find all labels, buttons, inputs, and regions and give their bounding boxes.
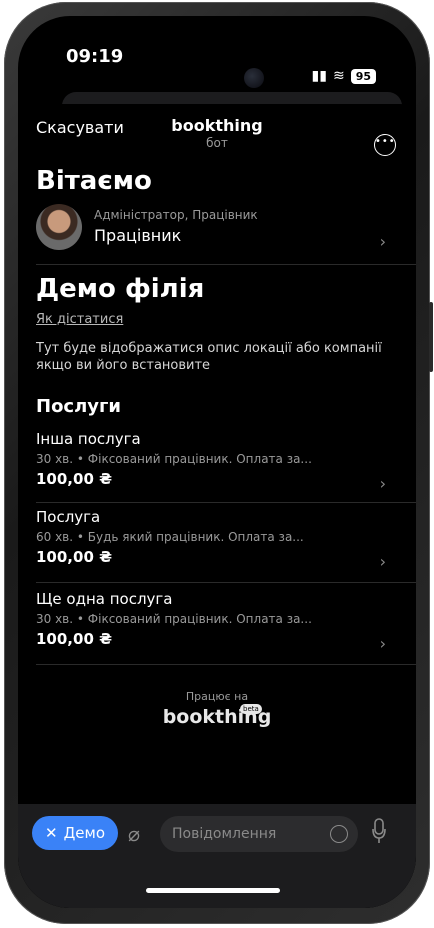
divider <box>36 264 416 265</box>
signal-icon: ▮▮ <box>311 68 327 84</box>
camera-icon <box>244 68 264 88</box>
app-header: Скасувати bookthing бот ••• <box>18 104 416 160</box>
service-price: 100,00 ₴ <box>36 630 112 648</box>
user-name: Працівник <box>94 226 182 245</box>
close-icon: ✕ <box>44 824 58 842</box>
wifi-icon: ≋ <box>332 68 345 84</box>
attachment-icon[interactable]: ⌀ <box>128 822 140 846</box>
service-item[interactable]: Послуга 60 хв. • Будь який працівник. Оп… <box>36 508 398 584</box>
demo-menu-button[interactable]: ✕ Демо <box>32 816 118 850</box>
powered-by-label: Працює на <box>185 690 249 703</box>
service-item[interactable]: Ще одна послуга 30 хв. • Фіксований прац… <box>36 590 398 666</box>
service-name: Послуга <box>36 508 101 526</box>
user-roles: Адміністратор, Працівник <box>94 208 258 222</box>
service-meta: 60 хв. • Будь який працівник. Оплата за.… <box>36 530 304 544</box>
avatar <box>36 204 82 250</box>
mini-app: Скасувати bookthing бот ••• Вітаємо Адмі… <box>18 104 416 908</box>
chevron-right-icon: › <box>379 474 386 493</box>
brand-logo: bookthing <box>162 706 272 728</box>
service-name: Інша послуга <box>36 430 141 448</box>
beta-badge: beta <box>240 704 262 714</box>
chevron-right-icon: › <box>379 552 386 571</box>
service-item[interactable]: Інша послуга 30 хв. • Фіксований працівн… <box>36 430 398 506</box>
status-time: 09:19 <box>66 46 124 67</box>
bot-name: bookthing <box>171 116 263 135</box>
service-price: 100,00 ₴ <box>36 470 112 488</box>
message-input[interactable]: Повідомлення <box>160 816 358 852</box>
home-indicator[interactable] <box>146 888 280 893</box>
user-profile-row[interactable]: Адміністратор, Працівник Працівник › <box>36 202 398 260</box>
phone-frame: 09:19 ▮▮ ≋ 95 Скасувати bookthing бот ••… <box>4 2 433 924</box>
directions-link[interactable]: Як дістатися <box>36 312 123 327</box>
service-name: Ще одна послуга <box>36 590 173 608</box>
status-bar: 09:19 ▮▮ ≋ 95 <box>18 16 416 94</box>
screen: 09:19 ▮▮ ≋ 95 Скасувати bookthing бот ••… <box>18 16 416 908</box>
service-meta: 30 хв. • Фіксований працівник. Оплата за… <box>36 612 312 626</box>
page-title: Вітаємо <box>36 166 152 196</box>
status-icons: ▮▮ ≋ 95 <box>312 68 376 84</box>
battery-icon: 95 <box>350 68 376 84</box>
power-button <box>429 302 433 372</box>
divider <box>36 502 416 503</box>
chevron-right-icon: › <box>379 232 386 251</box>
divider <box>36 664 416 665</box>
demo-button-label: Демо <box>63 824 106 842</box>
chevron-right-icon: › <box>379 634 386 653</box>
service-meta: 30 хв. • Фіксований працівник. Оплата за… <box>36 452 312 466</box>
branch-title: Демо філія <box>36 274 205 304</box>
service-price: 100,00 ₴ <box>36 548 112 566</box>
sticker-icon[interactable] <box>330 825 348 843</box>
more-options-icon[interactable]: ••• <box>374 134 396 156</box>
divider <box>36 582 416 583</box>
message-placeholder: Повідомлення <box>172 826 277 842</box>
branch-description: Тут буде відображатися опис локації або … <box>36 341 382 373</box>
bot-subtitle: бот <box>206 136 228 150</box>
services-heading: Послуги <box>36 396 122 417</box>
microphone-icon[interactable] <box>372 818 386 844</box>
